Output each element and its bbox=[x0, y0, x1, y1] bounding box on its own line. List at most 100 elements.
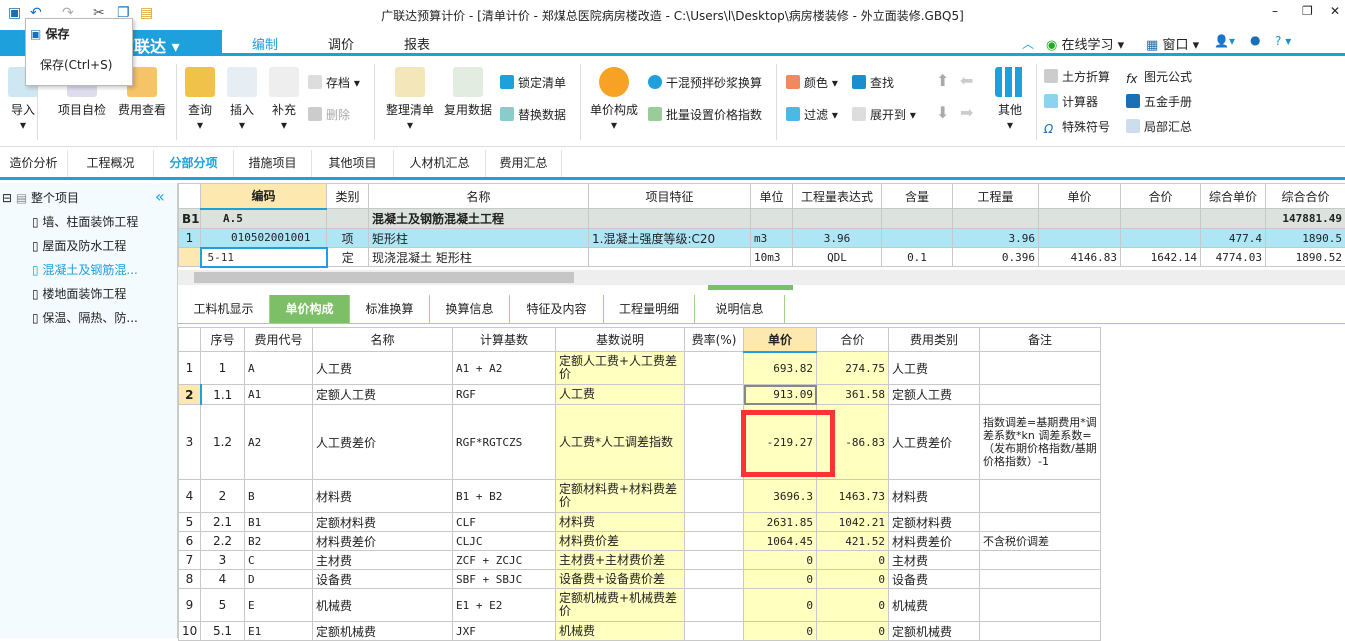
insert-button[interactable]: 插入▾ bbox=[226, 67, 258, 132]
grid-cell[interactable] bbox=[793, 209, 882, 229]
grid-cell[interactable]: B bbox=[245, 480, 313, 513]
grid-cell[interactable] bbox=[980, 570, 1101, 589]
column-header[interactable]: 合价 bbox=[817, 328, 889, 352]
grid-cell[interactable]: 3 bbox=[179, 405, 201, 480]
grid-cell[interactable]: 0 bbox=[817, 551, 889, 570]
grid-cell[interactable]: E bbox=[245, 589, 313, 622]
grid-cell[interactable]: 913.09 bbox=[744, 385, 817, 405]
organize-list-button[interactable]: 整理清单▾ bbox=[384, 67, 436, 132]
grid-cell[interactable]: 材料费 bbox=[313, 480, 453, 513]
grid-cell[interactable] bbox=[882, 209, 953, 229]
tab-labor-material-summary[interactable]: 人材机汇总 bbox=[394, 150, 486, 177]
detail-tab[interactable]: 工料机显示 bbox=[178, 295, 270, 323]
grid-cell[interactable]: E1 + E2 bbox=[453, 589, 556, 622]
grid-cell[interactable]: 1890.52 bbox=[1266, 248, 1345, 267]
tab-edit[interactable]: 编制 bbox=[252, 34, 278, 53]
grid-cell[interactable] bbox=[685, 532, 744, 551]
column-header[interactable]: 备注 bbox=[980, 328, 1101, 352]
grid-cell[interactable]: 4 bbox=[179, 480, 201, 513]
grid-cell[interactable]: 指数调差=基期费用*调差系数*kn 调差系数=（发布期价格指数/基期价格指数）-… bbox=[980, 405, 1101, 480]
column-header[interactable]: 名称 bbox=[313, 328, 453, 352]
grid-cell[interactable]: 人工费 bbox=[889, 352, 980, 385]
grid-cell[interactable]: 定额人工费 bbox=[313, 385, 453, 405]
grid-cell[interactable]: 4 bbox=[201, 570, 245, 589]
grid-cell[interactable]: 混凝土及钢筋混凝土工程 bbox=[369, 209, 589, 229]
grid-cell[interactable]: 定额人工费+人工费差价 bbox=[556, 352, 685, 385]
horizontal-scrollbar[interactable] bbox=[178, 270, 1345, 285]
grid-cell[interactable]: 定额人工费 bbox=[889, 385, 980, 405]
lock-list-button[interactable]: 锁定清单 bbox=[500, 74, 566, 91]
grid-cell[interactable]: 2 bbox=[201, 480, 245, 513]
grid-cell[interactable]: 477.4 bbox=[1201, 229, 1266, 248]
grid-cell[interactable]: 人工费差价 bbox=[889, 405, 980, 480]
table-row[interactable]: 84D设备费SBF + SBJC设备费+设备费价差00设备费 bbox=[179, 570, 1101, 589]
grid-cell[interactable] bbox=[685, 589, 744, 622]
help-button[interactable]: ? ▾ bbox=[1275, 34, 1291, 48]
partial-summary-button[interactable]: 局部汇总 bbox=[1126, 118, 1192, 135]
tab-fee-summary[interactable]: 费用汇总 bbox=[486, 150, 562, 177]
table-row[interactable]: 31.2A2人工费差价RGF*RGTCZS人工费*人工调差指数-219.27-8… bbox=[179, 405, 1101, 480]
grid-cell[interactable]: 机械费 bbox=[313, 589, 453, 622]
grid-cell[interactable]: 1 bbox=[179, 229, 201, 248]
grid-cell[interactable]: 不含税价调差 bbox=[980, 532, 1101, 551]
find-button[interactable]: 查找 bbox=[852, 74, 894, 91]
grid-cell[interactable]: 5 bbox=[201, 589, 245, 622]
grid-cell[interactable]: 1.混凝土强度等级:C20 bbox=[589, 229, 751, 248]
grid-cell[interactable]: 0.1 bbox=[882, 248, 953, 267]
tree-item[interactable]: ▯ 墙、柱面装饰工程 bbox=[32, 213, 138, 230]
column-header[interactable]: 编码 bbox=[201, 184, 327, 209]
grid-cell[interactable]: 材料费 bbox=[556, 513, 685, 532]
other-button[interactable]: 其他▾ bbox=[994, 67, 1026, 132]
grid-cell[interactable]: A1 + A2 bbox=[453, 352, 556, 385]
column-header[interactable] bbox=[179, 184, 201, 209]
grid-cell[interactable]: 设备费 bbox=[889, 570, 980, 589]
grid-cell[interactable]: A2 bbox=[245, 405, 313, 480]
column-header[interactable]: 费用类别 bbox=[889, 328, 980, 352]
table-row[interactable]: 95E机械费E1 + E2定额机械费+机械费差价00机械费 bbox=[179, 589, 1101, 622]
grid-cell[interactable]: B2 bbox=[245, 532, 313, 551]
query-button[interactable]: 查询▾ bbox=[184, 67, 216, 132]
grid-cell[interactable]: 4774.03 bbox=[1201, 248, 1266, 267]
grid-cell[interactable]: 1.1 bbox=[201, 385, 245, 405]
tab-project-overview[interactable]: 工程概况 bbox=[68, 150, 154, 177]
grid-cell[interactable]: QDL bbox=[793, 248, 882, 267]
close-button[interactable]: ✕ bbox=[1330, 4, 1340, 18]
replace-data-button[interactable]: 替换数据 bbox=[500, 106, 566, 123]
detail-tab[interactable]: 单价构成 bbox=[270, 295, 350, 323]
tree-item[interactable]: ▯ 楼地面装饰工程 bbox=[32, 285, 126, 302]
detail-tab[interactable]: 换算信息 bbox=[430, 295, 510, 323]
tab-report[interactable]: 报表 bbox=[404, 34, 430, 53]
grid-cell[interactable]: 9 bbox=[179, 589, 201, 622]
detail-tab[interactable]: 标准换算 bbox=[350, 295, 430, 323]
delete-button[interactable]: 删除 bbox=[308, 106, 350, 123]
column-header[interactable]: 综合合价 bbox=[1266, 184, 1345, 209]
grid-cell[interactable] bbox=[1039, 229, 1121, 248]
column-header[interactable]: 费用代号 bbox=[245, 328, 313, 352]
grid-cell[interactable]: B1 + B2 bbox=[453, 480, 556, 513]
grid-cell[interactable]: 主材费+主材费价差 bbox=[556, 551, 685, 570]
grid-cell[interactable]: B1 bbox=[179, 209, 201, 229]
collapse-ribbon-icon[interactable]: ︿ bbox=[1022, 35, 1034, 52]
special-symbol-button[interactable]: Ω特殊符号 bbox=[1044, 118, 1110, 136]
detail-tab[interactable]: 工程量明细 bbox=[604, 295, 695, 323]
grid-cell[interactable]: 机械费 bbox=[889, 589, 980, 622]
column-header[interactable]: 含量 bbox=[882, 184, 953, 209]
column-header[interactable]: 单价 bbox=[1039, 184, 1121, 209]
grid-cell[interactable]: RGF*RGTCZS bbox=[453, 405, 556, 480]
move-left-icon[interactable]: ⬅ bbox=[960, 71, 973, 90]
online-learning-button[interactable]: ◉ 在线学习 ▾ bbox=[1046, 34, 1124, 53]
batch-price-index-button[interactable]: 批量设置价格指数 bbox=[648, 106, 762, 123]
grid-cell[interactable]: 361.58 bbox=[817, 385, 889, 405]
grid-cell[interactable]: 项 bbox=[327, 229, 369, 248]
grid-cell[interactable] bbox=[980, 551, 1101, 570]
grid-cell[interactable] bbox=[589, 248, 751, 267]
grid-cell[interactable]: 421.52 bbox=[817, 532, 889, 551]
grid-cell[interactable]: 设备费 bbox=[313, 570, 453, 589]
restore-button[interactable]: ❐ bbox=[1302, 4, 1313, 18]
move-down-icon[interactable]: ⬇ bbox=[936, 103, 949, 122]
grid-cell[interactable]: A bbox=[245, 352, 313, 385]
formula-button[interactable]: fx图元公式 bbox=[1126, 68, 1192, 86]
grid-cell[interactable]: 1064.45 bbox=[744, 532, 817, 551]
grid-cell[interactable]: 2.1 bbox=[201, 513, 245, 532]
tree-item-selected[interactable]: ▯ 混凝土及钢筋混... bbox=[32, 261, 138, 278]
